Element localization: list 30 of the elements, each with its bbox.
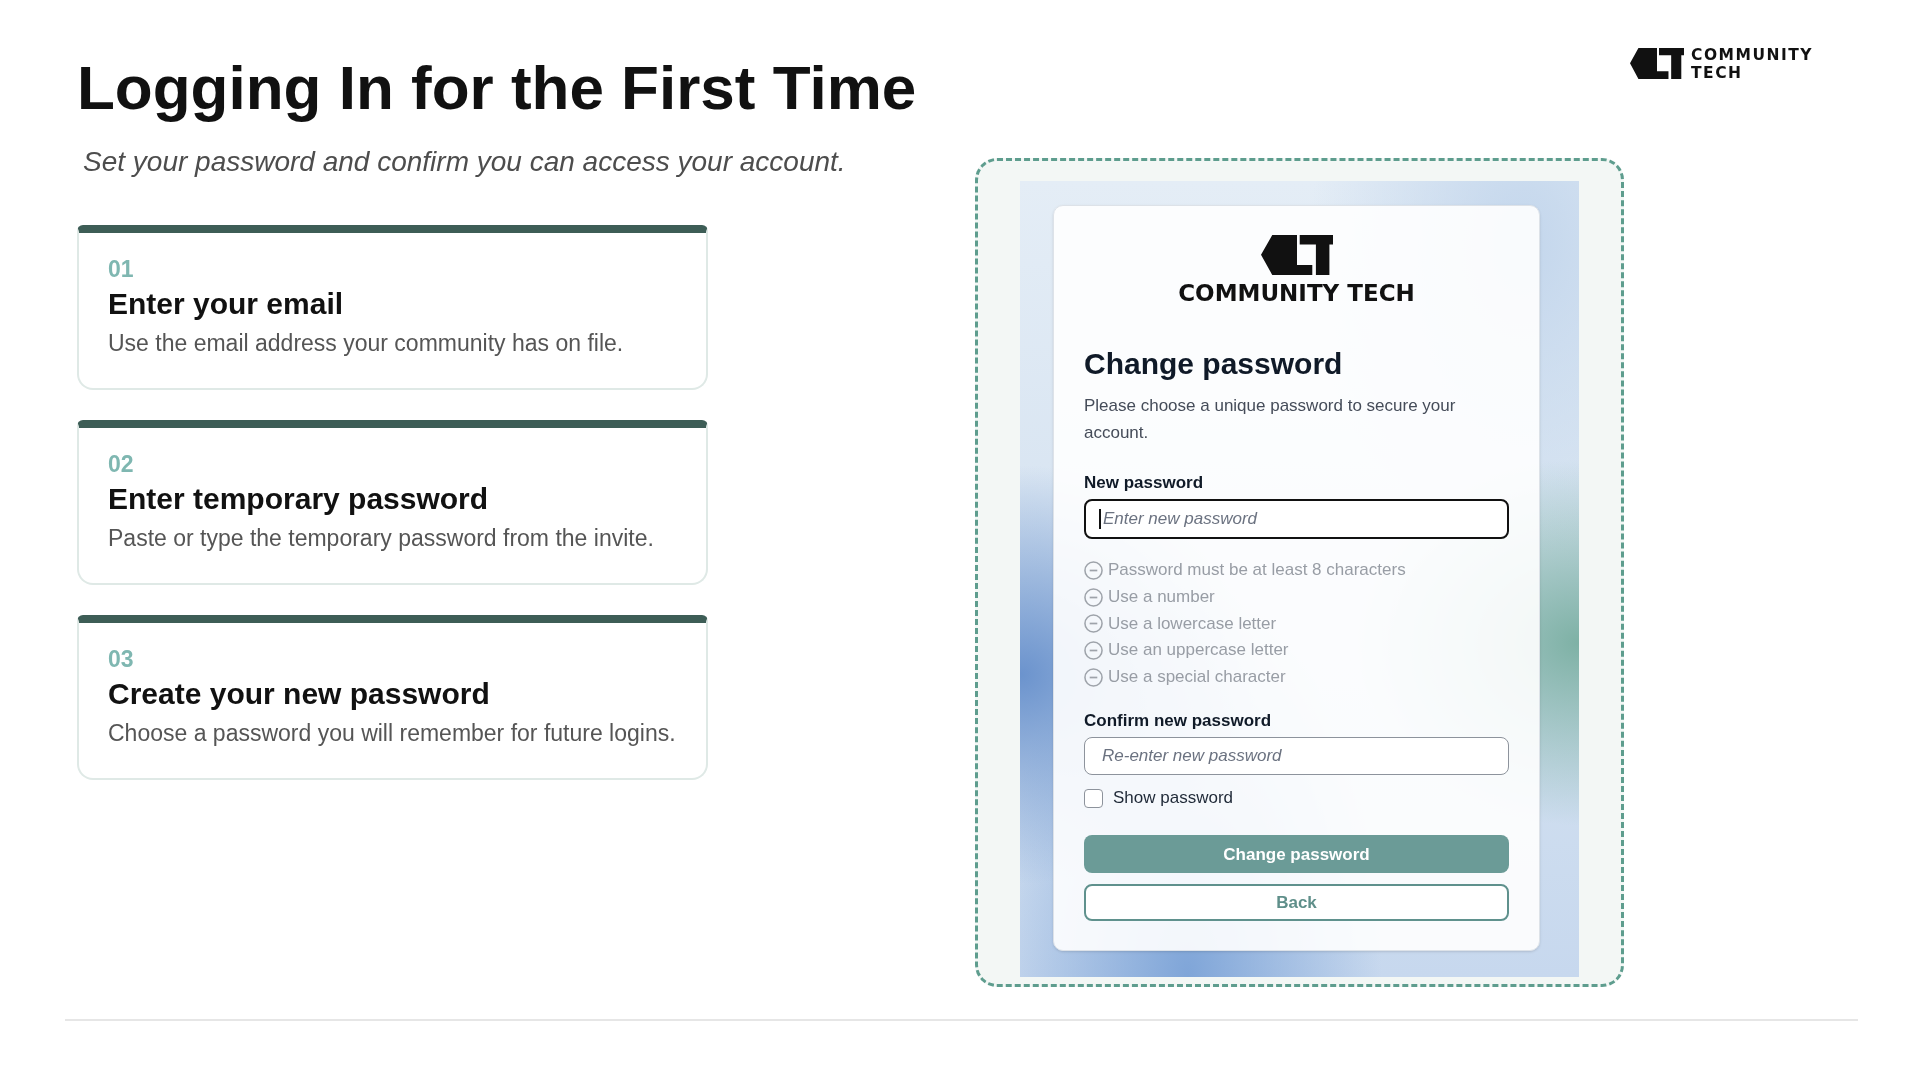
step-description: Paste or type the temporary password from the invite. [108, 524, 655, 553]
step-description: Choose a password you will remember for future logins. [108, 719, 677, 748]
checkbox-label[interactable]: Show password [1113, 786, 1233, 811]
show-password-checkbox[interactable] [1084, 788, 1103, 808]
back-button[interactable]: Back [1084, 884, 1509, 922]
step-title: Enter your email [108, 286, 345, 322]
requirement-text: Use a lowercase letter [1108, 612, 1277, 635]
logo-icon [1630, 48, 1684, 79]
form-description: Please choose a unique password to secure your account. [1084, 395, 1457, 444]
slide-subtitle: Set your password and confirm you can access your account. [83, 145, 847, 179]
form-heading: Change password [1084, 346, 1344, 382]
requirement-text: Use an uppercase letter [1108, 639, 1289, 662]
step-description: Use the email address your community has on file. [108, 329, 625, 358]
step-number: 03 [108, 646, 135, 672]
step-number: 02 [108, 451, 135, 477]
requirement-text: Password must be at least 8 characters [1108, 559, 1406, 582]
brand-name: COMMUNITY TECH [1178, 282, 1415, 305]
slide-title: Logging In for the First Time [77, 54, 917, 122]
requirement-text: Use a special character [1108, 666, 1286, 689]
password-field[interactable]: Re-enter new password [1084, 737, 1509, 776]
requirement-text: Use a number [1108, 586, 1215, 609]
logo-icon [1260, 235, 1333, 275]
step-title: Create your new password [108, 676, 491, 712]
submit-button[interactable]: Change password [1084, 835, 1509, 874]
step-number: 01 [108, 256, 135, 282]
brand-name: COMMUNITY TECH [1691, 47, 1815, 83]
step-title: Enter temporary password [108, 481, 490, 517]
field-label: New password [1084, 472, 1205, 494]
field-label: Confirm new password [1084, 710, 1273, 733]
password-field[interactable]: Enter new password [1084, 499, 1509, 539]
